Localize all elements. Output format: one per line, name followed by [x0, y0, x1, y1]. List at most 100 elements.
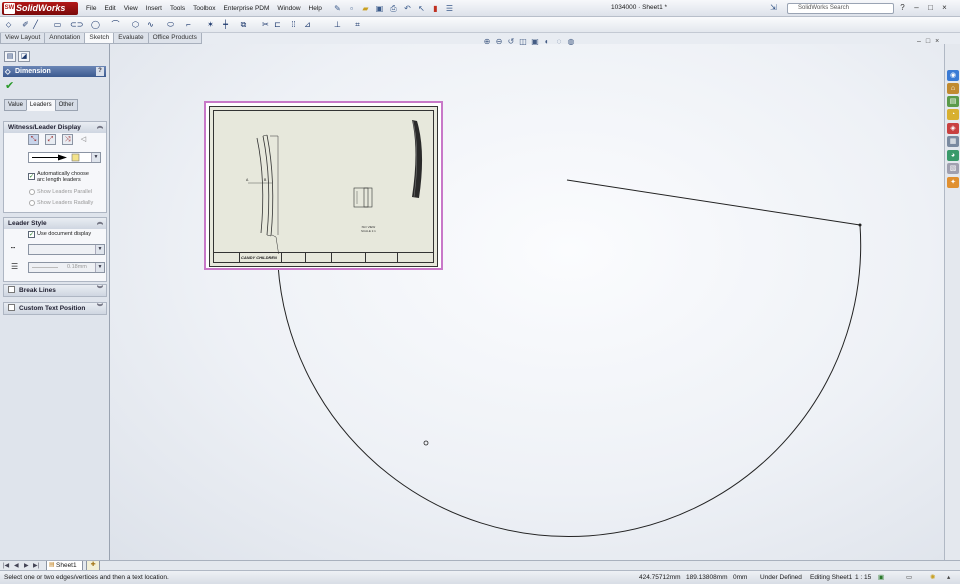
custom-text-position-group-header[interactable]: Custom Text Position ︾ [4, 303, 106, 314]
tab-other[interactable]: Other [54, 99, 78, 111]
undo-icon[interactable]: ↶ [402, 3, 413, 14]
tab-evaluate[interactable]: Evaluate [113, 33, 149, 44]
collapse-chevron-icon[interactable]: ︽ [97, 122, 103, 133]
view-palette-icon[interactable]: ◈ [947, 123, 959, 134]
leaders-parallel-radio[interactable] [29, 189, 35, 195]
menu-window[interactable]: Window [273, 4, 304, 13]
leader-inside-arrow-icon[interactable]: ⤢ [45, 134, 56, 145]
trim-entities-icon[interactable]: ✂ [260, 19, 271, 30]
line-icon[interactable]: ╱ [30, 19, 41, 30]
tab-leaders[interactable]: Leaders [25, 99, 56, 111]
previous-view-icon[interactable]: ↺ [506, 37, 516, 46]
maximize-button[interactable]: □ [926, 3, 935, 12]
quick-tips-icon[interactable]: ▭ [906, 571, 912, 584]
close-button[interactable]: × [940, 3, 949, 12]
last-sheet-icon[interactable]: ▶| [33, 562, 39, 569]
tab-value[interactable]: Value [4, 99, 27, 111]
offset-entities-icon[interactable]: ⧉ [238, 19, 249, 30]
chevron-down-icon[interactable]: ▼ [95, 245, 104, 254]
display-relations-icon[interactable]: ⊥ [332, 19, 343, 30]
arrow-style-select[interactable]: ▼ [28, 152, 101, 163]
polygon-icon[interactable]: ⬡ [130, 19, 141, 30]
restore-toolbar-icon[interactable]: ⇲ [770, 3, 777, 12]
status-menu-icon[interactable]: ▴ [947, 571, 950, 584]
solidworks-logo[interactable]: SW SolidWorks [2, 2, 78, 15]
leader-smart-arrow-icon[interactable]: ⤨ [62, 134, 73, 145]
expand-chevron-icon[interactable]: ︾ [97, 285, 103, 296]
drawing-view[interactable]: A B ISO VIEW SCALE 1:1 CANDY CHILDREN CO [204, 101, 443, 270]
menu-file[interactable]: File [82, 4, 100, 13]
menu-edit[interactable]: Edit [100, 4, 119, 13]
solidworks-resources-icon[interactable]: ◉ [947, 70, 959, 81]
tab-annotation[interactable]: Annotation [44, 33, 86, 44]
arc-endpoint[interactable] [858, 223, 862, 227]
options-icon[interactable]: ☰ [444, 3, 455, 14]
point-icon[interactable]: ✶ [205, 19, 216, 30]
tab-view-layout[interactable]: View Layout [0, 33, 46, 44]
circle-icon[interactable]: ◯ [90, 19, 101, 30]
lightbulb-icon[interactable]: ✺ [930, 571, 935, 584]
arc-icon[interactable]: ⌒ [110, 19, 121, 30]
pin-icon[interactable]: ✎ [332, 3, 343, 14]
expand-chevron-icon[interactable]: ︾ [97, 303, 103, 314]
directed-leader-icon[interactable]: ◁ [78, 134, 89, 145]
custom-properties-icon[interactable]: ▧ [947, 163, 959, 174]
convert-entities-icon[interactable]: ⊏ [272, 19, 283, 30]
rectangle-icon[interactable]: ▭ [52, 19, 63, 30]
doc-restore-button[interactable]: □ [926, 38, 930, 45]
line-style-select[interactable]: ▼ [28, 244, 105, 255]
auto-arc-leaders-checkbox[interactable]: ✓ [28, 173, 35, 180]
menu-toolbox[interactable]: Toolbox [189, 4, 219, 13]
tab-sketch[interactable]: Sketch [84, 33, 115, 44]
document-recovery-icon[interactable]: ▦ [947, 136, 959, 147]
hide-show-icon[interactable]: ◌ [554, 37, 564, 46]
leaders-radial-radio[interactable] [29, 200, 35, 206]
chevron-down-icon[interactable]: ▼ [91, 153, 100, 162]
search-input[interactable]: SolidWorks Search [787, 3, 894, 14]
file-explorer-icon[interactable]: ▤ [947, 96, 959, 107]
line-thickness-select[interactable]: 0.18mm ▼ [28, 262, 105, 273]
help-icon[interactable]: ? [898, 3, 907, 12]
rebuild-status-icon[interactable]: ▣ [878, 571, 884, 584]
edit-appearance-icon[interactable]: ◍ [566, 37, 576, 46]
design-library-icon[interactable]: ⌂ [947, 83, 959, 94]
slot-icon[interactable]: ⊂⊃ [70, 19, 83, 30]
zoom-to-fit-icon[interactable]: ⊕ [482, 37, 492, 46]
sketch-line[interactable] [566, 179, 861, 226]
linear-pattern-icon[interactable]: ⁞⁞ [288, 19, 299, 30]
forum-icon[interactable]: ✦ [947, 177, 959, 188]
next-sheet-icon[interactable]: ▶ [24, 562, 29, 569]
leader-style-group-header[interactable]: Leader Style ︽ [4, 218, 106, 229]
help-button[interactable]: ? [96, 67, 104, 76]
new-document-icon[interactable]: ▫ [346, 3, 357, 14]
rebuild-icon[interactable]: ▮ [430, 3, 441, 14]
save-icon[interactable]: ▣ [374, 3, 385, 14]
fillet-icon[interactable]: ⌐ [183, 19, 194, 30]
print-icon[interactable]: ⎙ [388, 3, 399, 14]
custom-text-position-checkbox[interactable] [8, 304, 15, 311]
doc-minimize-button[interactable]: – [917, 38, 921, 45]
minimize-button[interactable]: – [912, 3, 921, 12]
feature-manager-tab-icon[interactable]: ▤ [4, 51, 16, 62]
menu-help[interactable]: Help [305, 4, 326, 13]
view-orientation-icon[interactable]: ▣ [530, 37, 540, 46]
leader-outside-arrow-icon[interactable]: ⤡ [28, 134, 39, 145]
first-sheet-icon[interactable]: |◀ [3, 562, 9, 569]
tab-office-products[interactable]: Office Products [147, 33, 202, 44]
open-folder-icon[interactable]: ▰ [360, 3, 371, 14]
menu-tools[interactable]: Tools [166, 4, 189, 13]
repair-sketch-icon[interactable]: ⌗ [352, 19, 363, 30]
ok-check-icon[interactable]: ✔ [5, 79, 14, 92]
property-manager-tab-icon[interactable]: ◪ [18, 51, 30, 62]
section-view-icon[interactable]: ◫ [518, 37, 528, 46]
search-results-icon[interactable]: ◔ [947, 109, 959, 120]
appearances-icon[interactable]: ◕ [947, 150, 959, 161]
use-document-display-checkbox[interactable]: ✓ [28, 231, 35, 238]
zoom-to-area-icon[interactable]: ⊖ [494, 37, 504, 46]
doc-close-button[interactable]: × [935, 38, 939, 45]
centerline-icon[interactable]: ┿ [220, 19, 231, 30]
sketch-arc[interactable] [277, 224, 862, 538]
smart-dimension-icon[interactable]: ⬦ [3, 19, 14, 30]
menu-view[interactable]: View [120, 4, 142, 13]
mirror-icon[interactable]: ⊿ [302, 19, 313, 30]
